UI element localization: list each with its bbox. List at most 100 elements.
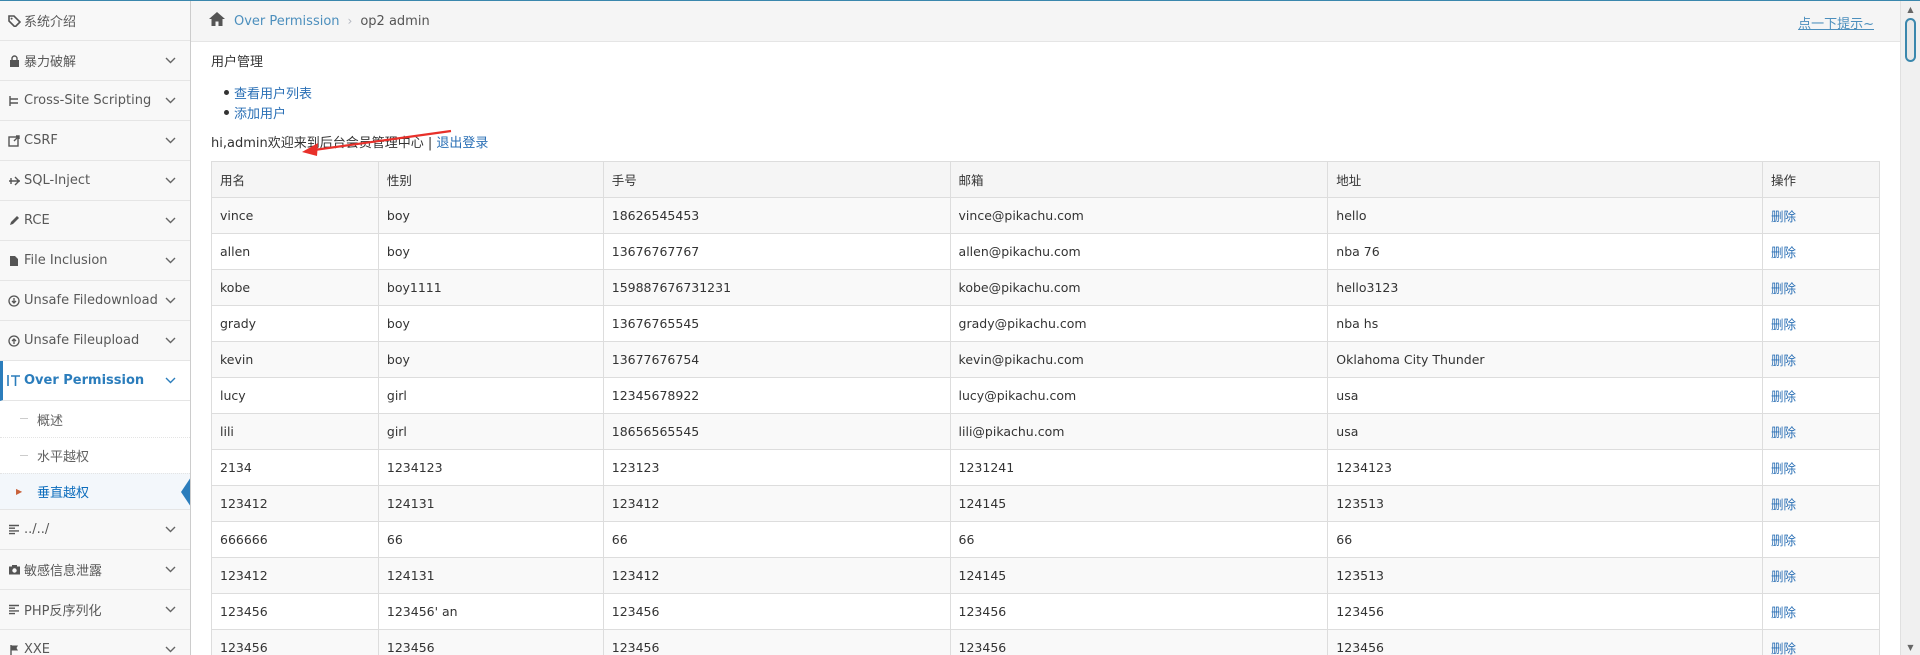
table-row: vince boy 18626545453 vince@pikachu.com hell… [211,197,1880,234]
app-window: 系统介绍 暴力破解 Cross-Site Scripting CSRF SQL-… [0,0,1920,655]
column-header-email: 邮箱 [949,161,1329,198]
cell-phone: 159887676731231 [602,269,951,306]
delete-link[interactable]: 删除 [1771,281,1796,296]
sidebar-item-unsafe-fileupload[interactable]: Unsafe Fileupload [0,321,190,361]
scroll-down-arrow-icon[interactable]: ▼ [1901,639,1920,655]
cell-username: 666666 [211,521,379,558]
sidebar-item-xss[interactable]: Cross-Site Scripting [0,81,190,121]
cell-phone: 13677676754 [602,341,951,378]
sidebar-item-label: Unsafe Fileupload [24,333,140,348]
delete-link[interactable]: 删除 [1771,641,1796,655]
chevron-down-icon [165,134,176,147]
cell-action: 删除 [1762,197,1880,234]
cell-action: 删除 [1762,233,1880,270]
cell-address: 123513 [1327,485,1764,522]
flag-icon [6,644,22,655]
cell-sex: 123456 [377,629,604,655]
view-user-list-link[interactable]: 查看用户列表 [234,83,312,102]
sidebar-item-xxe[interactable]: XXE [0,630,190,655]
sidebar-item-intro[interactable]: 系统介绍 [0,1,190,41]
delete-link[interactable]: 删除 [1771,497,1796,512]
delete-link[interactable]: 删除 [1771,461,1796,476]
cell-email: 124145 [949,557,1329,594]
external-link-icon [6,134,22,147]
sidebar-item-label: 系统介绍 [24,15,77,30]
sidebar-item-label: Cross-Site Scripting [24,93,152,108]
sidebar-item-label: RCE [24,213,50,228]
scroll-up-arrow-icon[interactable]: ▲ [1901,1,1920,18]
cell-phone: 13676765545 [602,305,951,342]
sidebar-item-csrf[interactable]: CSRF [0,121,190,161]
breadcrumb-link-over-permission[interactable]: Over Permission [234,14,340,29]
sidebar-item-label: 敏感信息泄露 [24,564,103,579]
sidebar-item-dir-traversal[interactable]: ../../ [0,510,190,550]
cell-sex: 123456' an [377,593,604,630]
cell-username: kobe [211,269,379,306]
cell-sex: boy [377,197,604,234]
column-header-address: 地址 [1327,161,1764,198]
home-icon[interactable] [208,11,226,32]
cell-phone: 18626545453 [602,197,951,234]
delete-link[interactable]: 删除 [1771,353,1796,368]
sidebar-item-label: CSRF [24,133,58,148]
add-user-link[interactable]: 添加用户 [234,103,286,122]
sidebar-item-over-permission[interactable]: Over Permission [0,361,190,401]
delete-link[interactable]: 删除 [1771,389,1796,404]
sidebar-item-file-inclusion[interactable]: File Inclusion [0,241,190,281]
sidebar-item-label: XXE [24,642,51,655]
table-row: 123412 124131 123412 124145 123513 删除 [211,485,1880,522]
tree-line [20,455,28,456]
sidebar-subitem-overview[interactable]: 概述 [0,401,190,437]
delete-link[interactable]: 删除 [1771,605,1796,620]
action-links: 查看用户列表 添加用户 [211,82,1880,122]
delete-link[interactable]: 删除 [1771,533,1796,548]
cell-action: 删除 [1762,413,1880,450]
cell-address: usa [1327,377,1764,414]
cell-address: usa [1327,413,1764,450]
user-table: 用名 性别 手号 邮箱 地址 操作 vince boy 18626545453 vin… [211,161,1880,655]
sidebar-item-unsafe-filedownload[interactable]: Unsafe Filedownload [0,281,190,321]
chevron-down-icon [165,174,176,187]
cell-sex: 66 [377,521,604,558]
sidebar-subitem-vertical[interactable]: ▶ 垂直越权 [0,473,190,509]
main-content: Over Permission › op2 admin 点一下提示~ 用户管理 … [191,1,1900,655]
table-row: allen boy 13676767767 allen@pikachu.com nba … [211,233,1880,270]
cell-action: 删除 [1762,593,1880,630]
table-row: kobe boy1111 159887676731231 kobe@pikachu.c… [211,269,1880,306]
sidebar-item-brute-force[interactable]: 暴力破解 [0,41,190,81]
cell-username: 2134 [211,449,379,486]
sidebar: 系统介绍 暴力破解 Cross-Site Scripting CSRF SQL-… [0,1,191,655]
sidebar-item-label: Over Permission [24,373,145,388]
sidebar-item-info-leak[interactable]: 敏感信息泄露 [0,550,190,590]
scrollbar-thumb[interactable] [1905,18,1916,62]
breadcrumb: Over Permission › op2 admin 点一下提示~ [191,1,1900,42]
sidebar-subitem-label: 水平越权 [37,450,90,465]
cell-email: 123456 [949,593,1329,630]
column-header-sex: 性别 [377,161,604,198]
sidebar-item-rce[interactable]: RCE [0,201,190,241]
cell-phone: 123456 [602,593,951,630]
table-row: kevin boy 13677676754 kevin@pikachu.com Okla… [211,341,1880,378]
delete-link[interactable]: 删除 [1771,569,1796,584]
cell-email: vince@pikachu.com [949,197,1329,234]
caret-right-icon: ▶ [16,487,23,496]
sidebar-subitem-horizontal[interactable]: 水平越权 [0,437,190,473]
hint-link[interactable]: 点一下提示~ [1798,13,1874,32]
delete-link[interactable]: 删除 [1771,317,1796,332]
delete-link[interactable]: 删除 [1771,245,1796,260]
chevron-down-icon [165,254,176,267]
cell-username: kevin [211,341,379,378]
cell-email: kevin@pikachu.com [949,341,1329,378]
cell-action: 删除 [1762,485,1880,522]
chevron-down-icon [165,54,176,67]
delete-link[interactable]: 删除 [1771,425,1796,440]
sidebar-item-php-unserialize[interactable]: PHP反序列化 [0,590,190,630]
cell-email: 124145 [949,485,1329,522]
cell-phone: 66 [602,521,951,558]
cell-username: allen [211,233,379,270]
delete-link[interactable]: 删除 [1771,209,1796,224]
pencil-icon [6,215,22,227]
vertical-scrollbar[interactable]: ▲ ▼ [1900,1,1920,655]
sidebar-subitem-label: 概述 [37,413,64,429]
sidebar-item-sql-inject[interactable]: SQL-Inject [0,161,190,201]
